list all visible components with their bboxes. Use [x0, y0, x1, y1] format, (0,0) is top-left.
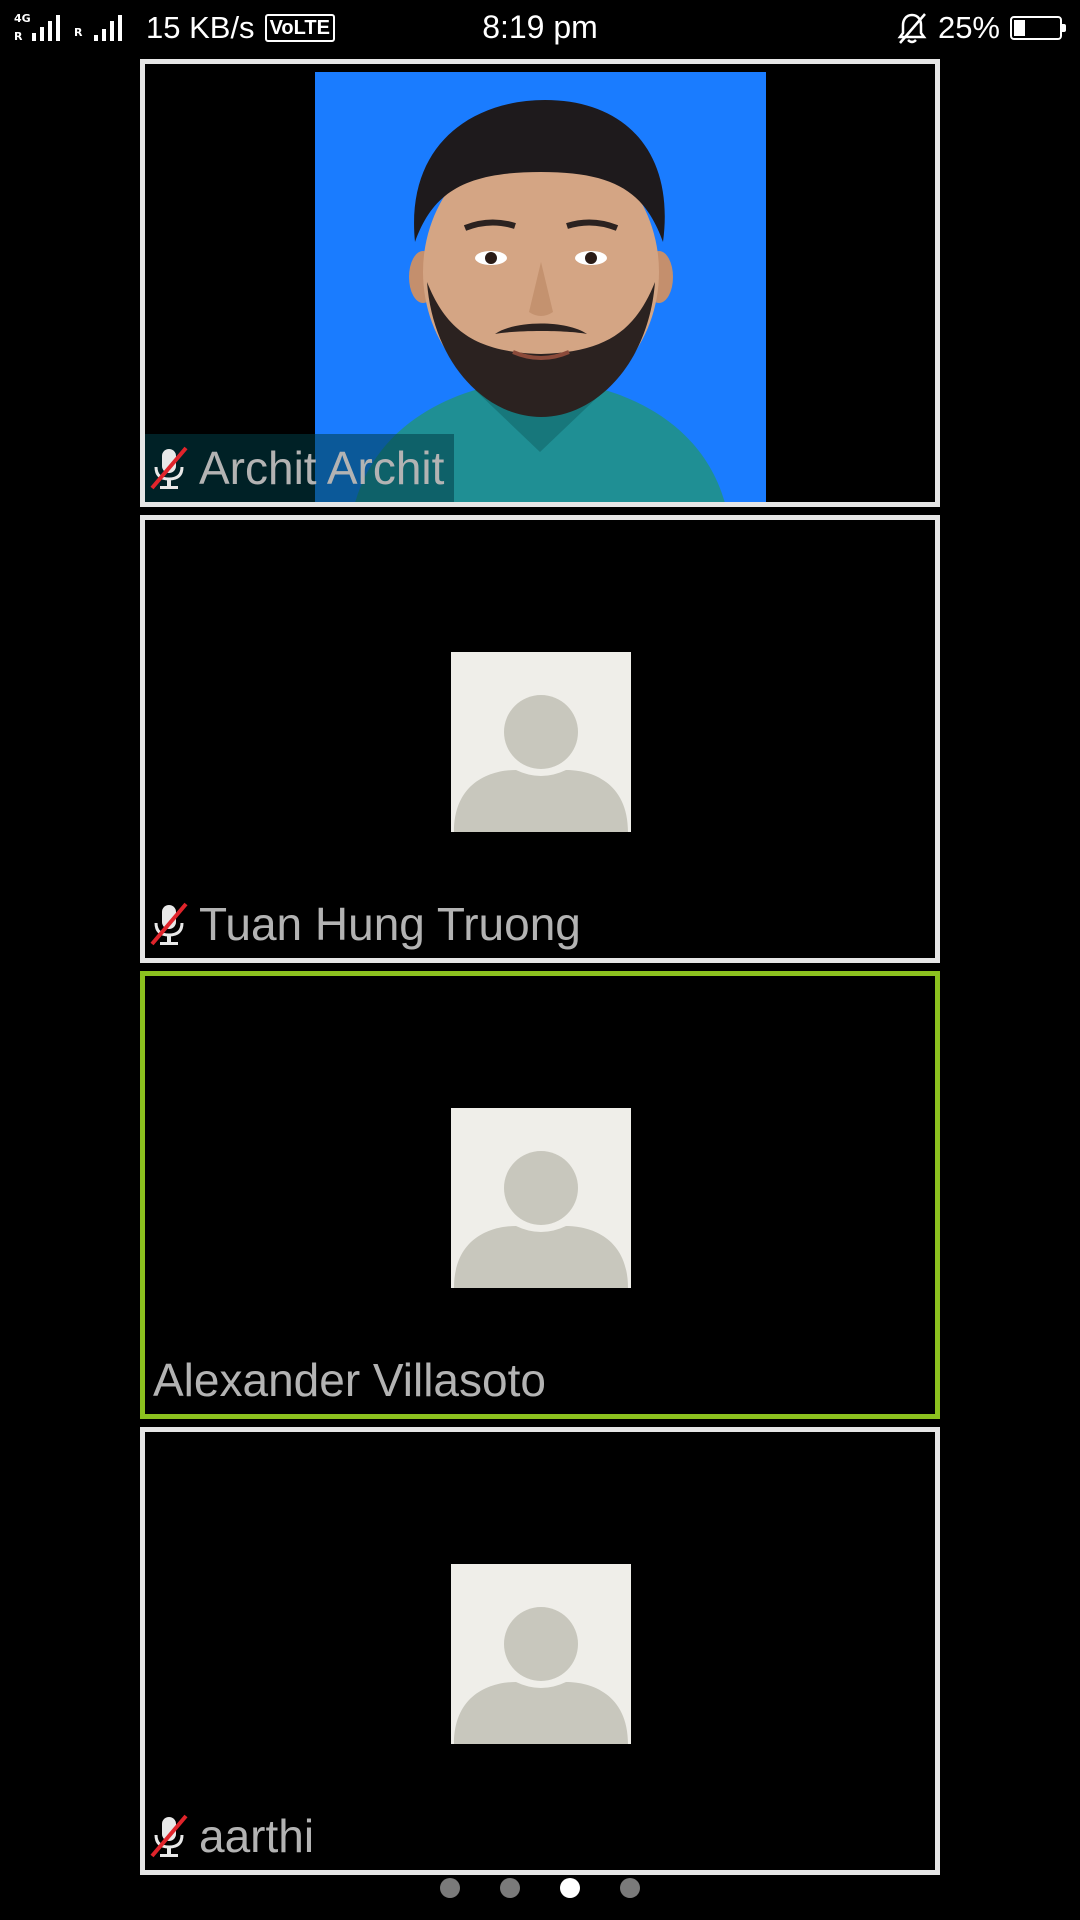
participant-tile[interactable]: Tuan Hung Truong [140, 515, 940, 963]
participant-name-bar: Tuan Hung Truong [145, 890, 581, 958]
mic-muted-icon [150, 1814, 188, 1858]
participant-tile[interactable]: aarthi [140, 1427, 940, 1875]
page-dot-1[interactable] [440, 1878, 460, 1898]
participant-name-bar: aarthi [145, 1802, 314, 1870]
mic-muted-icon [150, 446, 188, 490]
page-dot-3-current[interactable] [560, 1878, 580, 1898]
bell-off-icon [897, 13, 927, 44]
participant-name-bar: Alexander Villasoto [145, 1346, 546, 1414]
page-dot-4[interactable] [620, 1878, 640, 1898]
participant-tile[interactable]: Archit Archit [140, 59, 940, 507]
default-avatar-icon [451, 1108, 631, 1288]
default-avatar-icon [451, 1564, 631, 1744]
participant-name: Archit Archit [199, 442, 445, 494]
battery-level-fill [1014, 20, 1025, 36]
status-right-group: 25% [896, 8, 1066, 48]
battery-percentage: 25% [937, 10, 1000, 45]
battery-icon [1010, 16, 1066, 40]
status-bar: 4G R R 15 KB/s VoLTE 8:19 pm 25% [0, 0, 1080, 56]
mic-muted-icon [150, 902, 188, 946]
page-dot-2[interactable] [500, 1878, 520, 1898]
participant-name: Tuan Hung Truong [199, 898, 581, 950]
participant-name: aarthi [199, 1810, 315, 1862]
participant-name-bar: Archit Archit [145, 434, 455, 502]
default-avatar-icon [451, 652, 631, 832]
participant-name: Alexander Villasoto [153, 1354, 546, 1406]
page-indicator [0, 1878, 1080, 1898]
participant-tile-active-speaker[interactable]: Alexander Villasoto [140, 971, 940, 1419]
